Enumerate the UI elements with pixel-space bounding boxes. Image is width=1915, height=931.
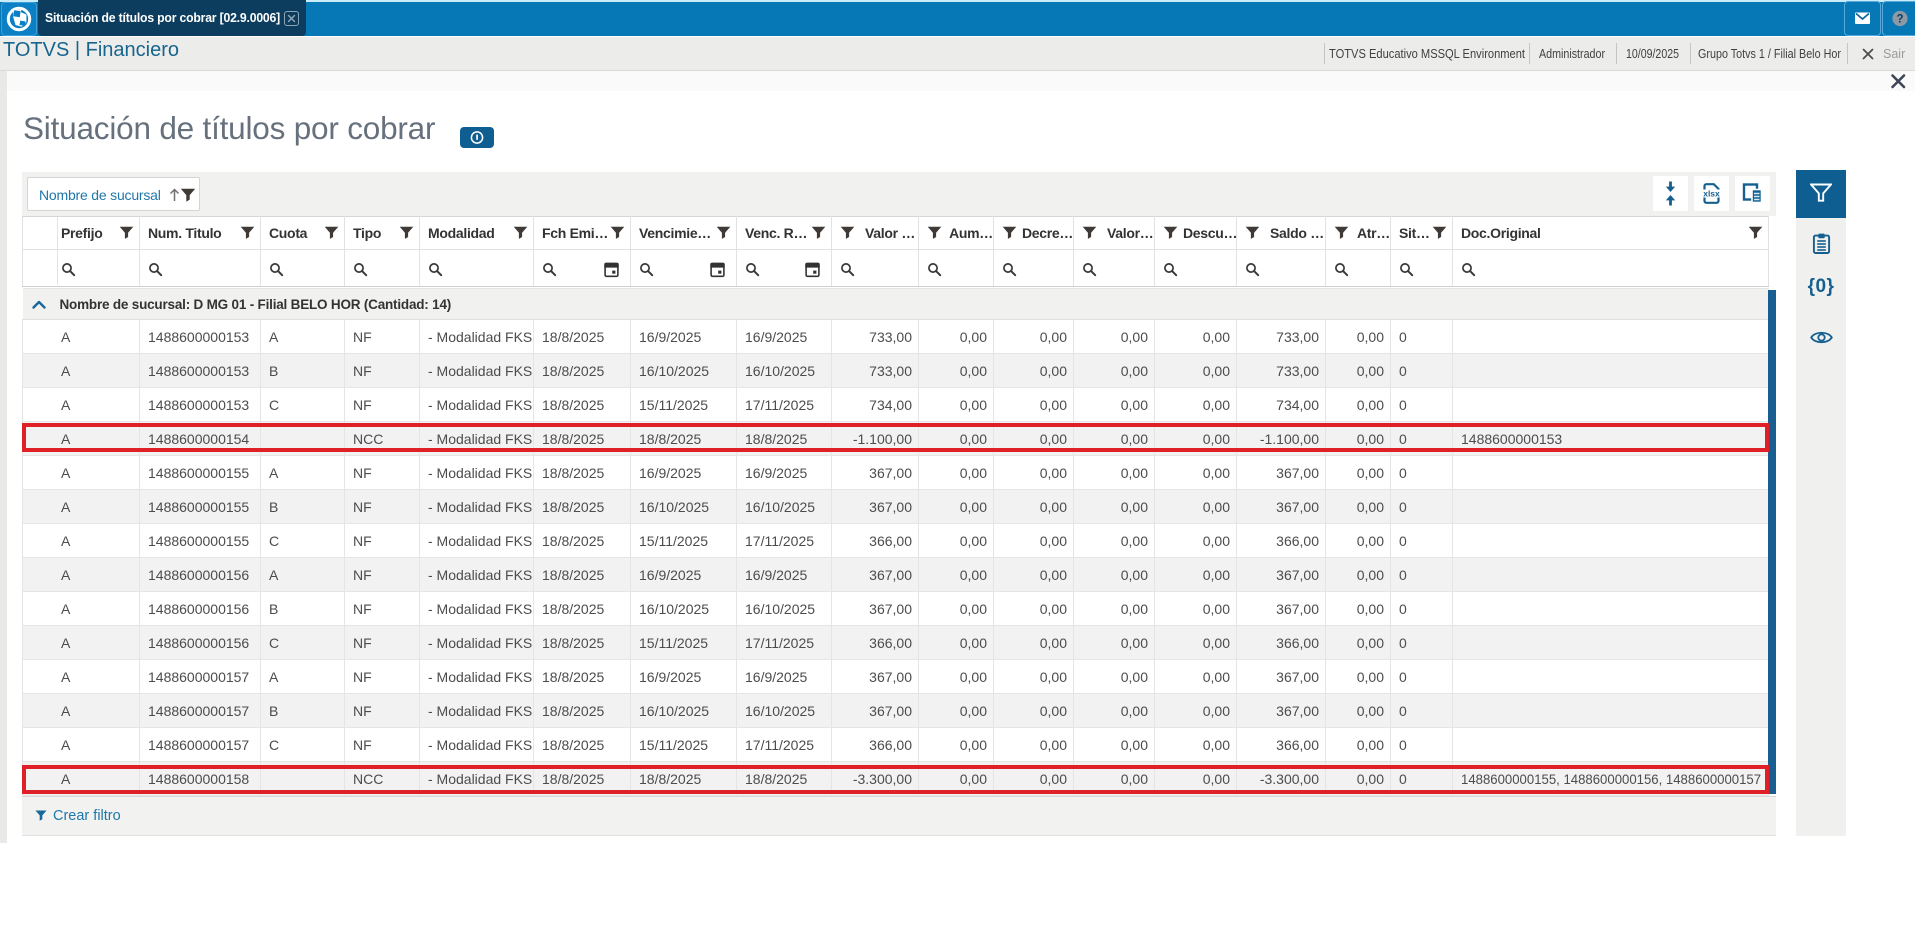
svg-text:xlsx: xlsx — [1703, 189, 1720, 199]
svg-text:?: ? — [1896, 14, 1903, 26]
